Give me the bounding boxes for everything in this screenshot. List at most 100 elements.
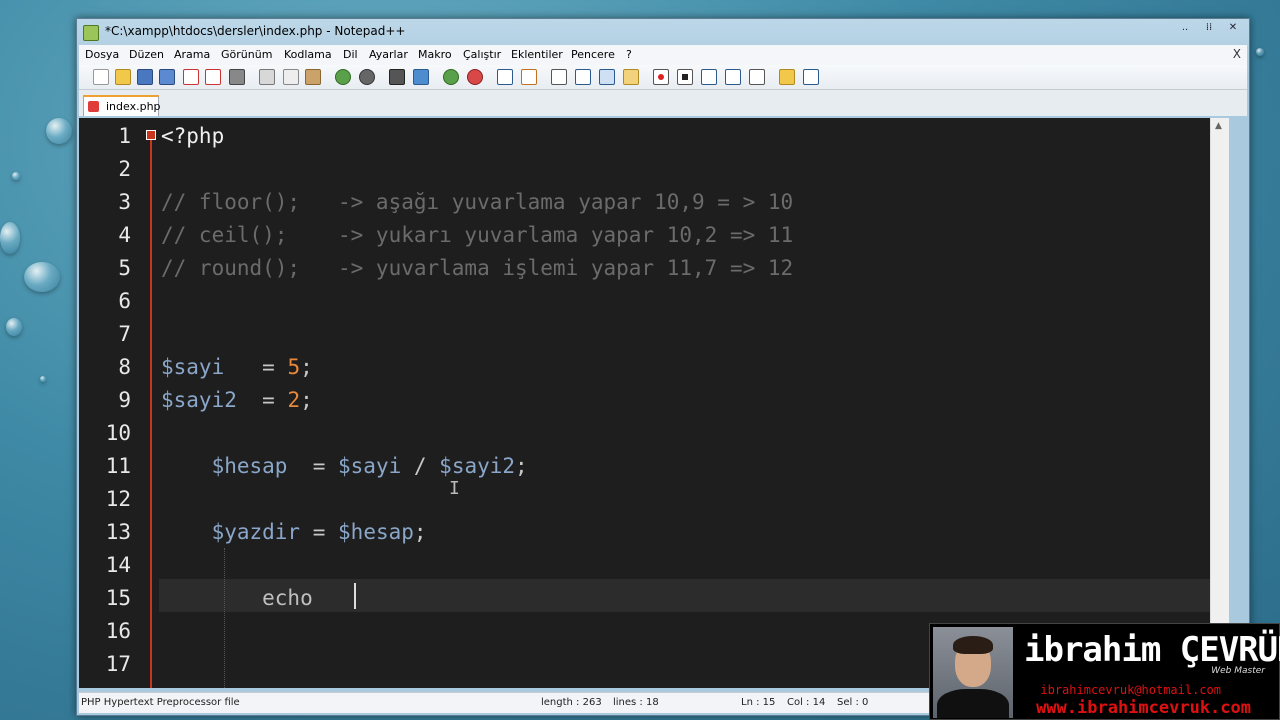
menu-pencere[interactable]: Pencere — [571, 48, 615, 61]
code-token: = — [287, 454, 339, 478]
window-controls: .. ⁞⁞ ✕ — [1173, 19, 1245, 37]
author-name: ibrahim ÇEVRÜK — [1024, 630, 1280, 670]
code-editor[interactable]: 1 2 3 4 5 6 7 8 9 10 11 12 13 14 15 16 17 <?php// floor(… — [79, 118, 1229, 688]
mouse-ibeam-cursor: I — [449, 478, 460, 499]
menu-calistir[interactable]: Çalıştır — [463, 48, 501, 61]
line-number: 1 — [118, 124, 131, 148]
undo-icon[interactable] — [335, 69, 351, 85]
indent-guide-icon[interactable] — [599, 69, 615, 85]
menu-arama[interactable]: Arama — [174, 48, 210, 61]
menu-dosya[interactable]: Dosya — [85, 48, 119, 61]
new-file-icon[interactable] — [93, 69, 109, 85]
line-number: 12 — [105, 487, 131, 511]
code-token: $yazdir — [211, 520, 301, 544]
photo-hair — [953, 636, 993, 654]
code-token: $hesap — [211, 454, 288, 478]
maximize-button[interactable]: ⁞⁞ — [1197, 19, 1221, 37]
word-wrap-icon[interactable] — [551, 69, 567, 85]
zoom-out-icon[interactable] — [467, 69, 483, 85]
line-number: 3 — [118, 190, 131, 214]
cut-icon[interactable] — [259, 69, 275, 85]
stop-macro-icon[interactable] — [677, 69, 693, 85]
toolbar — [79, 65, 1247, 90]
code-token: // floor(); -> aşağı yuvarlama yapar 10,… — [161, 190, 794, 214]
open-file-icon[interactable] — [115, 69, 131, 85]
code-line: $sayi = 5; — [161, 351, 313, 384]
menu-dil[interactable]: Dil — [343, 48, 358, 61]
photo-shirt — [937, 689, 1009, 718]
run-macro-multiple-icon[interactable] — [725, 69, 741, 85]
tab-index-php[interactable]: index.php — [83, 95, 161, 116]
code-token: ; — [515, 454, 528, 478]
scroll-grip-icon[interactable] — [1215, 378, 1223, 386]
line-number: 11 — [105, 454, 131, 478]
code-token: // round(); -> yuvarlama işlemi yapar 11… — [161, 256, 794, 280]
code-line: // floor(); -> aşağı yuvarlama yapar 10,… — [161, 186, 793, 219]
spellcheck-icon[interactable] — [803, 69, 819, 85]
code-token: $sayi — [161, 355, 225, 379]
menu-bar: Dosya Düzen Arama Görünüm Kodlama Dil Ay… — [79, 45, 1247, 65]
water-drop — [1256, 48, 1264, 56]
user-lang-icon[interactable] — [623, 69, 639, 85]
code-line: // round(); -> yuvarlama işlemi yapar 11… — [161, 252, 793, 285]
tab-bar: index.php — [79, 90, 1247, 116]
launch-browser-icon[interactable] — [779, 69, 795, 85]
sync-vertical-icon[interactable] — [497, 69, 513, 85]
code-token: 5 — [287, 355, 301, 379]
copy-icon[interactable] — [283, 69, 299, 85]
menu-gorunum[interactable]: Görünüm — [221, 48, 272, 61]
status-sel: Sel : 0 — [837, 697, 869, 708]
line-number-gutter: 1 2 3 4 5 6 7 8 9 10 11 12 13 14 15 16 17 — [79, 118, 141, 688]
menu-eklentiler[interactable]: Eklentiler — [511, 48, 563, 61]
water-drop — [0, 222, 20, 254]
zoom-in-icon[interactable] — [443, 69, 459, 85]
author-role: Web Master — [1211, 666, 1265, 676]
menu-makro[interactable]: Makro — [418, 48, 452, 61]
menu-ayarlar[interactable]: Ayarlar — [369, 48, 408, 61]
close-window-button[interactable]: ✕ — [1221, 19, 1245, 37]
water-drop — [46, 118, 72, 144]
author-website: www.ibrahimcevruk.com — [1036, 698, 1251, 718]
author-watermark: ibrahim ÇEVRÜK Web Master ibrahimcevruk@… — [929, 623, 1280, 720]
paste-icon[interactable] — [305, 69, 321, 85]
sync-horizontal-icon[interactable] — [521, 69, 537, 85]
show-all-chars-icon[interactable] — [575, 69, 591, 85]
menu-kodlama[interactable]: Kodlama — [284, 48, 332, 61]
save-icon[interactable] — [137, 69, 153, 85]
indent-guide — [224, 548, 225, 688]
status-col: Col : 14 — [787, 697, 826, 708]
save-macro-icon[interactable] — [749, 69, 765, 85]
line-number: 16 — [105, 619, 131, 643]
close-document-button[interactable]: X — [1233, 47, 1241, 61]
code-token: ; — [300, 355, 313, 379]
scroll-up-icon[interactable]: ▲ — [1215, 121, 1222, 131]
find-icon[interactable] — [389, 69, 405, 85]
menu-duzen[interactable]: Düzen — [129, 48, 164, 61]
replace-icon[interactable] — [413, 69, 429, 85]
fold-collapse-icon[interactable] — [146, 130, 156, 140]
fold-margin[interactable] — [145, 118, 157, 688]
code-token: $sayi2 — [439, 454, 516, 478]
status-file-type: PHP Hypertext Preprocessor file — [81, 697, 240, 708]
redo-icon[interactable] — [359, 69, 375, 85]
code-token: <?php — [161, 124, 225, 148]
menu-help[interactable]: ? — [626, 48, 632, 61]
code-token: // ceil(); -> yukarı yuvarlama yapar 10,… — [161, 223, 794, 247]
play-macro-icon[interactable] — [701, 69, 717, 85]
save-all-icon[interactable] — [159, 69, 175, 85]
text-cursor — [354, 583, 356, 609]
code-line: $sayi2 = 2; — [161, 384, 313, 417]
minimize-button[interactable]: .. — [1173, 19, 1197, 37]
author-email: ibrahimcevruk@hotmail.com — [1040, 683, 1221, 697]
record-macro-icon[interactable] — [653, 69, 669, 85]
line-number: 13 — [105, 520, 131, 544]
line-number: 4 — [118, 223, 131, 247]
close-icon[interactable] — [183, 69, 199, 85]
vertical-scrollbar[interactable]: ▲ — [1210, 118, 1229, 688]
close-all-icon[interactable] — [205, 69, 221, 85]
code-token: 2 — [287, 388, 301, 412]
notepad-window: *C:\xampp\htdocs\dersler\index.php - Not… — [76, 18, 1250, 716]
author-photo — [933, 627, 1013, 718]
print-icon[interactable] — [229, 69, 245, 85]
